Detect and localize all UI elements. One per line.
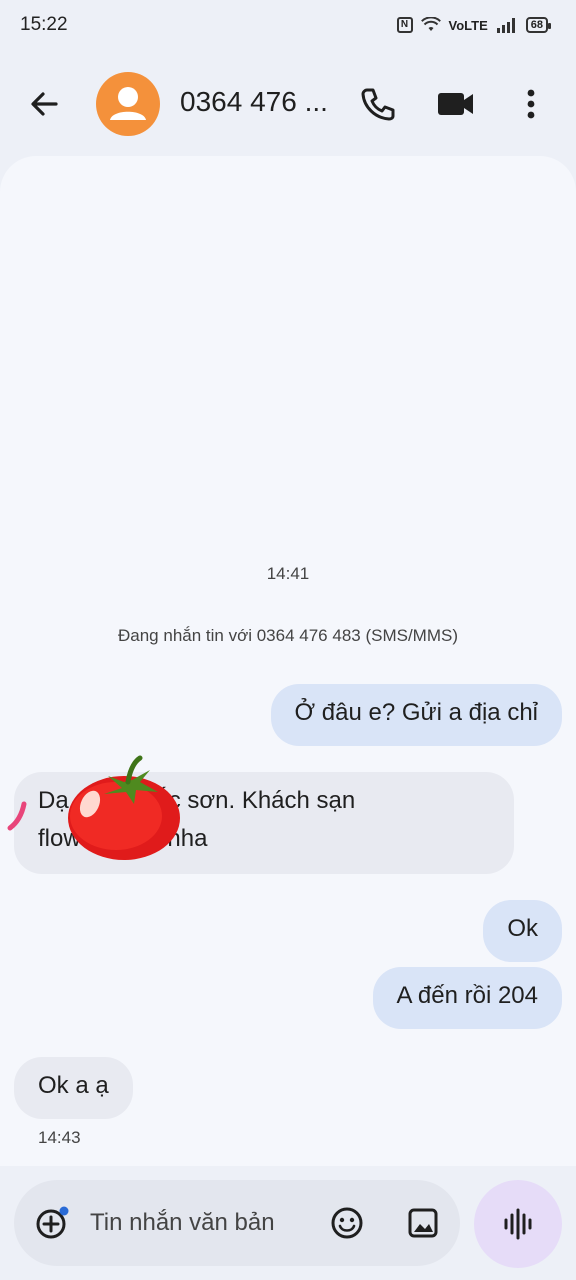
avatar[interactable]: [96, 72, 160, 136]
status-bar: 15:22 N VoLTE 68: [0, 0, 576, 50]
battery-icon: 68: [525, 17, 552, 33]
outgoing-message[interactable]: Ok: [483, 900, 562, 962]
composer-bar: [14, 1180, 460, 1266]
add-circle-icon[interactable]: [34, 1204, 72, 1242]
back-arrow-icon[interactable]: [26, 86, 62, 122]
pink-scribble-mark: [7, 801, 27, 831]
outgoing-message[interactable]: Ở đâu e? Gửi a địa chỉ: [270, 684, 562, 746]
nfc-icon: N: [396, 17, 413, 33]
contact-name[interactable]: 0364 476 ...: [180, 86, 328, 118]
signal-icon: [496, 18, 515, 33]
phone-icon[interactable]: [358, 84, 398, 124]
emoji-icon[interactable]: [328, 1204, 366, 1242]
status-icons: N VoLTE 68: [396, 17, 552, 33]
avatar-person-icon: [110, 87, 146, 120]
wifi-icon: [420, 17, 441, 31]
conversation-start-time: 14:41: [266, 564, 310, 583]
voice-record-button[interactable]: [474, 1180, 562, 1268]
conversation-header: 0364 476 ...: [0, 64, 576, 144]
voice-waveform-icon: [504, 1208, 532, 1240]
incoming-message[interactable]: Ok a ạ: [14, 1057, 133, 1119]
image-icon[interactable]: [404, 1204, 442, 1242]
more-vert-icon[interactable]: [514, 84, 548, 124]
tomato-sticker-icon: [68, 755, 180, 860]
message-input[interactable]: [90, 1206, 310, 1240]
conversation-info-line: Đang nhắn tin với 0364 476 483 (SMS/MMS): [118, 626, 458, 645]
message-timestamp: 14:43: [38, 1128, 81, 1147]
status-time: 15:22: [20, 14, 68, 35]
outgoing-message[interactable]: A đến rồi 204: [372, 967, 562, 1029]
video-camera-icon[interactable]: [434, 84, 476, 124]
volte-indicator: VoLTE: [448, 17, 488, 33]
